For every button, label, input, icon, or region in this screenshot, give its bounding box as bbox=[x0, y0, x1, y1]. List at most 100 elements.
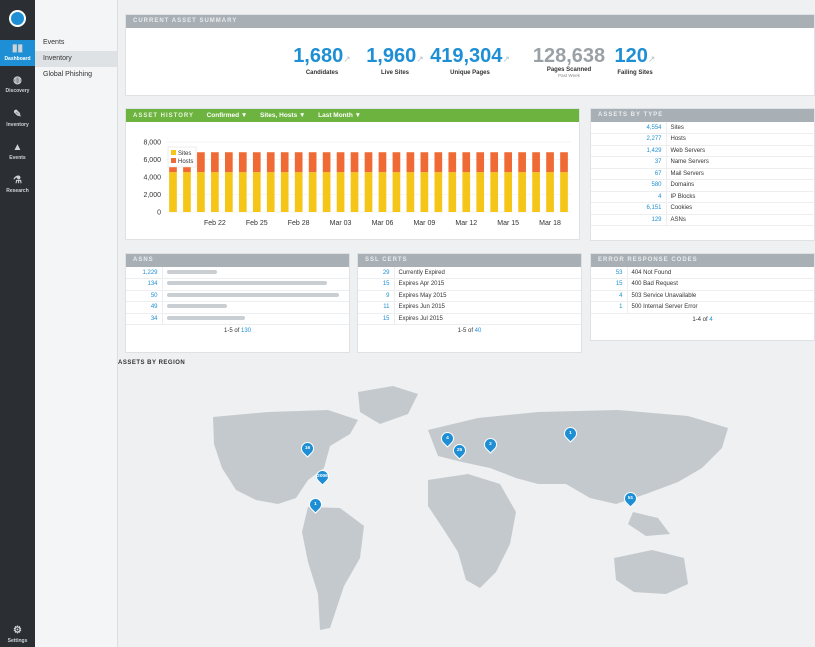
table-row[interactable]: 1,229 bbox=[126, 267, 349, 279]
table-row[interactable]: 34 bbox=[126, 313, 349, 325]
bar-hosts bbox=[308, 152, 317, 173]
gear-icon: ⚙ bbox=[13, 625, 22, 636]
subnav-inventory[interactable]: Inventory bbox=[35, 51, 117, 67]
table-row[interactable]: 29 Currently Expired bbox=[358, 267, 581, 279]
bar-sites bbox=[546, 172, 554, 212]
bar-hosts bbox=[518, 152, 526, 173]
y-tick-label: 6,000 bbox=[143, 157, 161, 164]
globe-icon: ◍ bbox=[13, 75, 22, 86]
bar-sites bbox=[266, 172, 275, 212]
subnav-events[interactable]: Events bbox=[35, 35, 117, 51]
stat-pages-scanned[interactable]: 128,638 Pages Scanned Past Week bbox=[524, 45, 614, 78]
y-tick-label: 2,000 bbox=[143, 192, 161, 199]
bar-sites bbox=[392, 172, 401, 212]
redacted-text bbox=[166, 269, 217, 274]
bar-hosts bbox=[280, 152, 289, 173]
stat-failing-sites[interactable]: 120↗ Failing Sites bbox=[610, 45, 660, 76]
bar-sites bbox=[336, 172, 345, 212]
total-link[interactable]: 130 bbox=[241, 328, 251, 334]
table-row[interactable]: 4,554 Sites bbox=[591, 122, 814, 134]
bar-sites bbox=[518, 172, 526, 212]
bar-hosts bbox=[225, 152, 233, 173]
x-tick-label: Mar 15 bbox=[497, 220, 519, 227]
error-codes-table: 53 404 Not Found 15 400 Bad Request 4 503 S… bbox=[591, 267, 814, 314]
table-row[interactable]: 15 Expires Apr 2015 bbox=[358, 278, 581, 291]
x-tick-label: Mar 12 bbox=[455, 220, 477, 227]
bar-sites bbox=[308, 172, 317, 212]
world-map[interactable] bbox=[118, 372, 815, 647]
table-row[interactable]: 4 503 Service Unavailable bbox=[591, 290, 814, 302]
table-row[interactable]: 6,151 Cookies bbox=[591, 202, 814, 215]
asset-summary-panel: CURRENT ASSET SUMMARY 1,680↗ Candidates … bbox=[125, 14, 815, 96]
bar-hosts bbox=[197, 152, 205, 173]
rail-settings[interactable]: ⚙ Settings bbox=[0, 626, 35, 646]
redacted-text bbox=[166, 281, 327, 286]
rail-discovery[interactable]: ◍ Discovery bbox=[0, 76, 35, 100]
panel-title: SSL CERTS bbox=[358, 254, 581, 267]
bar-sites bbox=[183, 172, 191, 212]
rail-events[interactable]: ▲ Events bbox=[0, 143, 35, 167]
table-row[interactable]: 50 bbox=[126, 290, 349, 302]
table-row[interactable]: 53 404 Not Found bbox=[591, 267, 814, 279]
rail-inventory[interactable]: ✎ Inventory bbox=[0, 110, 35, 134]
table-row[interactable]: 580 Domains bbox=[591, 179, 814, 192]
bar-sites bbox=[322, 172, 331, 212]
bar-sites bbox=[532, 172, 540, 212]
table-row[interactable]: 49 bbox=[126, 301, 349, 314]
bar-sites bbox=[169, 172, 177, 212]
legend-label: Sites bbox=[178, 151, 191, 157]
asset-history-panel: ASSET HISTORY Confirmed ▼ Sites, Hosts ▼… bbox=[125, 108, 580, 240]
bar-hosts bbox=[434, 152, 443, 173]
redacted-text bbox=[166, 315, 245, 320]
table-row[interactable]: 15 Expires Jul 2015 bbox=[358, 313, 581, 325]
pagination: 1-4 of 4 bbox=[692, 316, 713, 323]
stat-live-sites[interactable]: 1,960↗ Live Sites bbox=[364, 45, 426, 76]
filter-type-dropdown[interactable]: Sites, Hosts ▼ bbox=[260, 112, 305, 119]
bar-hosts bbox=[350, 152, 359, 173]
south-america-shape bbox=[302, 507, 364, 630]
panel-title: ASNS bbox=[126, 254, 349, 267]
table-row[interactable]: 9 Expires May 2015 bbox=[358, 290, 581, 302]
table-row[interactable]: 1,429 Web Servers bbox=[591, 145, 814, 157]
bar-hosts bbox=[336, 152, 345, 173]
y-tick-label: 8,000 bbox=[143, 140, 161, 147]
bar-sites bbox=[238, 172, 247, 212]
table-row[interactable]: 15 400 Bad Request bbox=[591, 278, 814, 291]
total-link[interactable]: 40 bbox=[475, 328, 482, 334]
table-row[interactable]: 2,277 Hosts bbox=[591, 133, 814, 146]
filter-status-dropdown[interactable]: Confirmed ▼ bbox=[207, 112, 248, 119]
stat-candidates[interactable]: 1,680↗ Candidates bbox=[291, 45, 353, 76]
assets-by-type-panel: ASSETS BY TYPE 4,554 Sites 2,277 Hosts 1,4… bbox=[590, 108, 815, 241]
bar-sites bbox=[280, 172, 289, 212]
pagination: 1-5 of 40 bbox=[457, 328, 482, 334]
ssl-certs-table: 29 Currently Expired 15 Expires Apr 2015 9… bbox=[358, 267, 581, 325]
australia-shape bbox=[614, 550, 688, 594]
x-tick-label: Mar 09 bbox=[413, 220, 435, 227]
bar-sites bbox=[225, 172, 233, 212]
bar-sites bbox=[434, 172, 443, 212]
rail-dashboard[interactable]: ▮▮ Dashboard bbox=[0, 40, 35, 66]
x-tick-label: Mar 03 bbox=[330, 220, 352, 227]
bar-hosts bbox=[560, 152, 568, 173]
table-row[interactable]: 129 ASNs bbox=[591, 214, 814, 226]
table-row[interactable]: 37 Name Servers bbox=[591, 156, 814, 169]
icon-rail: ▮▮ Dashboard ◍ Discovery ✎ Inventory ▲ Event… bbox=[0, 0, 35, 647]
filter-range-dropdown[interactable]: Last Month ▼ bbox=[318, 112, 361, 119]
table-row[interactable]: 11 Expires Jun 2015 bbox=[358, 301, 581, 314]
table-row[interactable]: 134 bbox=[126, 278, 349, 291]
bar-hosts bbox=[504, 152, 512, 173]
bar-hosts bbox=[490, 152, 499, 173]
trend-icon: ↗ bbox=[343, 54, 351, 64]
subnav-global-phishing[interactable]: Global Phishing bbox=[35, 67, 117, 83]
total-link[interactable]: 4 bbox=[709, 317, 712, 323]
rail-research[interactable]: ⚗ Research bbox=[0, 176, 35, 200]
bar-sites bbox=[252, 172, 261, 212]
app-logo[interactable] bbox=[9, 10, 26, 27]
stat-unique-pages[interactable]: 419,304↗ Unique Pages bbox=[418, 45, 522, 76]
bar-sites bbox=[211, 172, 219, 212]
table-row[interactable]: 4 IP Blocks bbox=[591, 191, 814, 203]
assets-by-type-table: 4,554 Sites 2,277 Hosts 1,429 Web Servers 3… bbox=[591, 122, 814, 226]
table-row[interactable]: 67 Mail Servers bbox=[591, 168, 814, 180]
error-codes-panel: ERROR RESPONSE CODES 53 404 Not Found 15 4… bbox=[590, 253, 815, 341]
table-row[interactable]: 1 500 Internal Server Error bbox=[591, 301, 814, 314]
